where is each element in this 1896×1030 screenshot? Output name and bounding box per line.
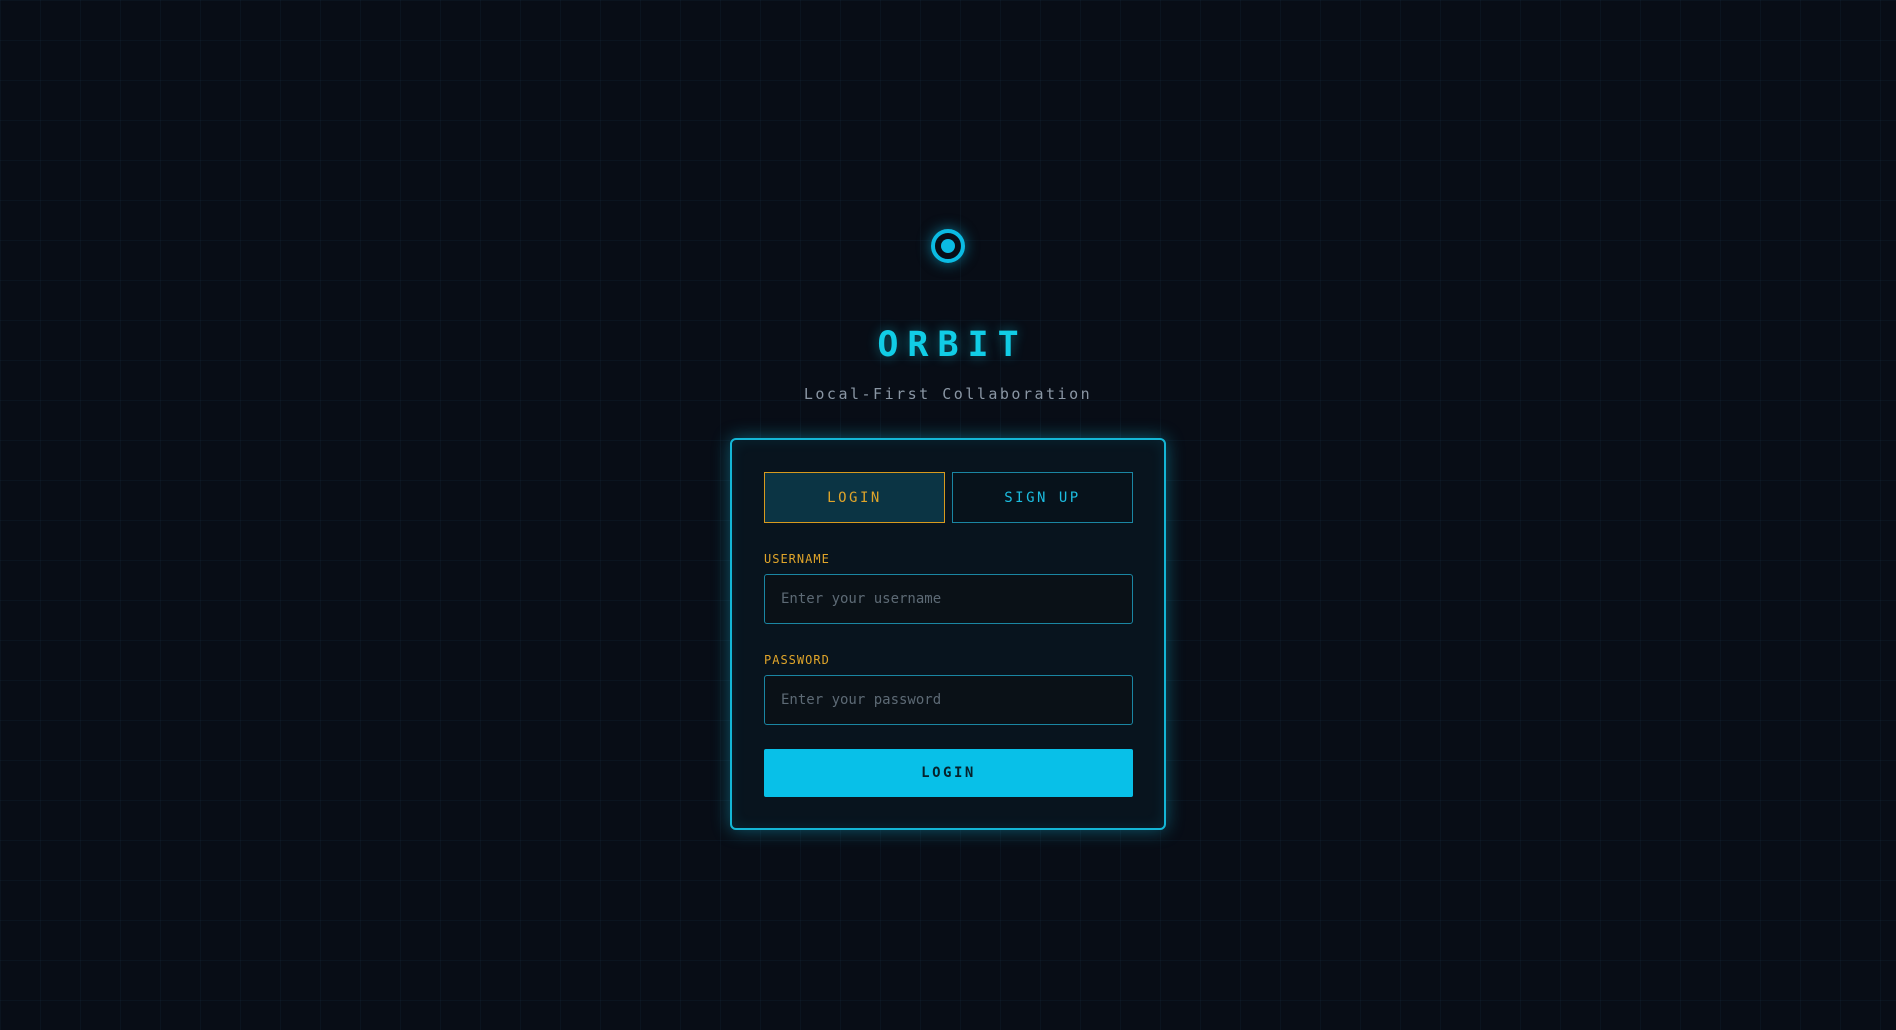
tab-login[interactable]: LOGIN	[764, 472, 945, 523]
username-label: USERNAME	[764, 552, 830, 566]
app-subtitle: Local-First Collaboration	[803, 385, 1093, 403]
app-title: ORBIT	[877, 325, 1028, 365]
username-input[interactable]	[764, 574, 1133, 624]
orbit-ring-icon	[931, 229, 965, 263]
login-button[interactable]: LOGIN	[764, 749, 1133, 797]
password-input[interactable]	[764, 675, 1133, 725]
logo-core	[941, 239, 955, 253]
password-label: PASSWORD	[764, 653, 830, 667]
tab-sign-up[interactable]: SIGN UP	[952, 472, 1133, 523]
auth-card: LOGIN SIGN UP USERNAME PASSWORD LOGIN	[730, 438, 1166, 830]
